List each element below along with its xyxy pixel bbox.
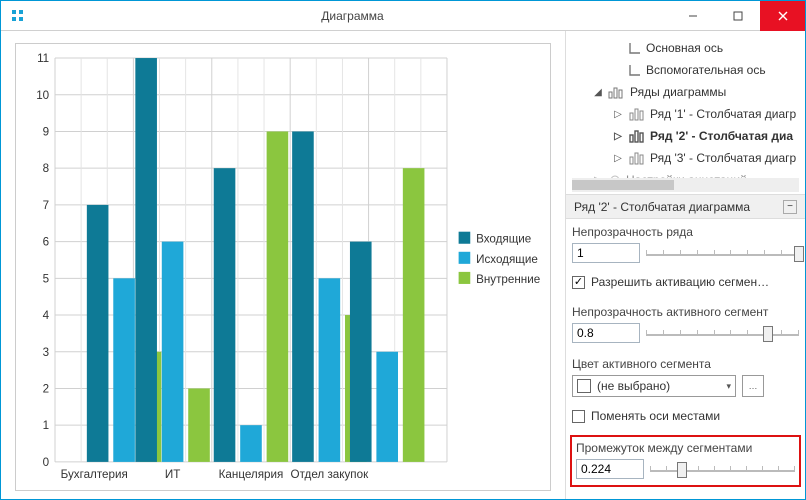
opacity-slider[interactable] — [646, 244, 799, 262]
svg-text:ИТ: ИТ — [165, 467, 180, 481]
tree-item-label: Ряд '2' - Столбчатая диа — [650, 129, 793, 143]
tree-item-secondary-axis[interactable]: Вспомогательная ось — [572, 59, 805, 81]
tree-item-label: Ряды диаграммы — [630, 85, 726, 99]
tree-item-series-2[interactable]: ▷ Ряд '2' - Столбчатая диа — [572, 125, 805, 147]
tree-item-series-3[interactable]: ▷ Ряд '3' - Столбчатая диагр — [572, 147, 805, 169]
gap-slider[interactable] — [650, 460, 795, 478]
svg-text:7: 7 — [43, 198, 49, 212]
svg-text:5: 5 — [43, 271, 50, 285]
swap-axes-label: Поменять оси местами — [591, 409, 720, 423]
ellipsis-icon: … — [749, 381, 758, 391]
chevron-down-icon: ▾ — [726, 381, 731, 392]
svg-text:8: 8 — [43, 161, 50, 175]
tree-item-label: Ряд '3' - Столбчатая диагр — [650, 151, 796, 165]
gap-label: Промежуток между сегментами — [576, 441, 795, 455]
gap-property-highlighted: Промежуток между сегментами — [570, 435, 801, 487]
allow-activation-label: Разрешить активацию сегмен… — [591, 275, 769, 289]
series-group-icon — [608, 85, 626, 99]
tree-item-series-1[interactable]: ▷ Ряд '1' - Столбчатая диагр — [572, 103, 805, 125]
active-color-dropdown[interactable]: (не выбрано) ▾ — [572, 375, 736, 397]
svg-text:2: 2 — [43, 381, 49, 395]
svg-text:Исходящие: Исходящие — [476, 252, 538, 266]
tree-item-label: Ряд '1' - Столбчатая диагр — [650, 107, 796, 121]
color-more-button[interactable]: … — [742, 375, 764, 397]
maximize-button[interactable] — [715, 1, 760, 31]
gap-input[interactable] — [576, 459, 644, 479]
active-color-label: Цвет активного сегмента — [572, 357, 799, 371]
tree-item-label: Вспомогательная ось — [646, 63, 766, 77]
tree-toggle-icon[interactable]: ▷ — [612, 153, 624, 164]
active-opacity-input[interactable] — [572, 323, 640, 343]
svg-text:4: 4 — [43, 308, 50, 322]
swap-axes-checkbox[interactable] — [572, 410, 585, 423]
opacity-input[interactable] — [572, 243, 640, 263]
axis-icon — [628, 41, 642, 55]
section-title: Ряд '2' - Столбчатая диаграмма — [574, 200, 750, 214]
svg-text:11: 11 — [37, 51, 49, 65]
opacity-label: Непрозрачность ряда — [572, 225, 799, 239]
svg-text:Внутренние: Внутренние — [476, 272, 541, 286]
svg-text:3: 3 — [43, 345, 50, 359]
tree-item-main-axis[interactable]: Основная ось — [572, 37, 805, 59]
color-swatch-icon — [577, 379, 591, 393]
chart-container: 0 1 2 3 4 5 6 7 8 9 10 11 Бухгалтерия ИТ Канцелярия Отд… — [15, 43, 551, 491]
active-color-value: (не выбрано) — [597, 379, 670, 393]
bar-series-icon — [628, 129, 646, 143]
tree-panel[interactable]: Основная ось Вспомогательная ось ◢ Ряды … — [566, 31, 805, 195]
svg-text:Отдел закупок: Отдел закупок — [291, 467, 369, 481]
tree-toggle-icon[interactable]: ▷ — [612, 109, 624, 120]
minimize-button[interactable] — [670, 1, 715, 31]
bar-series-icon — [628, 151, 646, 165]
bar-chart: 0 1 2 3 4 5 6 7 8 9 10 11 Бухгалтерия ИТ Канцелярия Отд… — [22, 50, 544, 484]
app-icon — [1, 1, 35, 31]
active-opacity-slider[interactable] — [646, 324, 799, 342]
close-button[interactable] — [760, 1, 805, 31]
svg-text:Бухгалтерия: Бухгалтерия — [61, 467, 128, 481]
svg-text:Канцелярия: Канцелярия — [219, 467, 284, 481]
svg-text:9: 9 — [43, 124, 50, 138]
window-title: Диаграмма — [35, 9, 670, 23]
collapse-button[interactable]: − — [783, 200, 797, 214]
allow-activation-checkbox[interactable] — [572, 276, 585, 289]
tree-toggle-icon[interactable]: ◢ — [592, 87, 604, 98]
svg-text:1: 1 — [43, 418, 50, 432]
svg-text:10: 10 — [36, 88, 49, 102]
tree-item-series-group[interactable]: ◢ Ряды диаграммы — [572, 81, 805, 103]
bar-series-icon — [628, 107, 646, 121]
svg-text:Входящие: Входящие — [476, 232, 532, 246]
tree-horizontal-scrollbar[interactable] — [572, 178, 799, 192]
svg-text:6: 6 — [43, 234, 50, 248]
svg-text:0: 0 — [43, 455, 50, 469]
tree-item-label: Основная ось — [646, 41, 723, 55]
active-opacity-label: Непрозрачность активного сегмент — [572, 305, 799, 319]
axis-icon — [628, 63, 642, 77]
tree-toggle-icon[interactable]: ▷ — [612, 131, 624, 142]
